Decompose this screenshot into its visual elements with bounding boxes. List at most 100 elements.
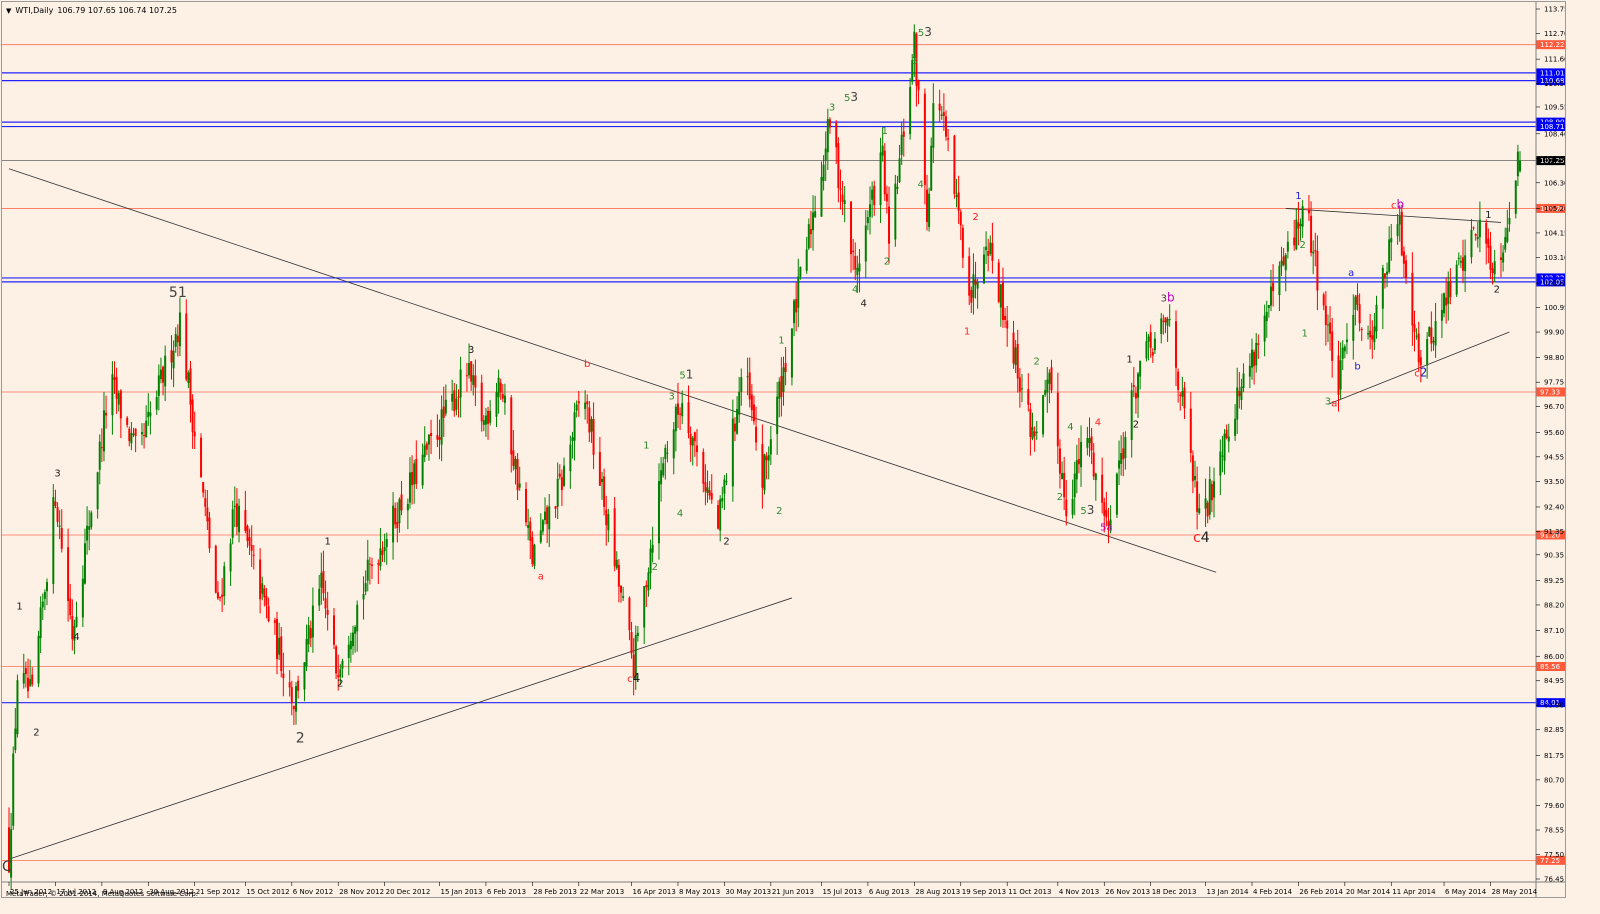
candle-body [311,605,314,638]
candle-body [238,505,241,533]
candle-body [132,433,135,435]
candle-body [457,396,460,398]
candle-body [932,103,935,148]
time-tick-label: 22 Mar 2013 [580,888,624,896]
candle-body [1080,441,1083,468]
candle-body [666,452,669,454]
candle-body [1426,338,1429,366]
wave-label: 53 [1080,503,1094,517]
candle-body [704,482,707,492]
candle-body [799,266,802,277]
candle-body [200,437,203,477]
candle-body [326,609,329,615]
collapse-triangle-icon[interactable]: ▼ [6,7,11,15]
wave-label: 1 [1029,429,1035,440]
time-tick-label: 28 Aug 2013 [915,888,960,896]
candle-body [470,361,473,382]
candle-body [366,559,369,581]
candle-body [900,134,903,155]
candle-body [351,632,354,647]
candle-body [725,481,728,483]
candle-body [1316,251,1319,291]
candle-body [837,143,840,189]
candle-body [767,455,770,461]
candle-body [1284,254,1287,271]
price-tick-label: 81.75 [1544,752,1564,760]
candle-body [793,300,796,324]
candle-body [795,299,798,313]
price-tick-label: 95.60 [1544,429,1564,437]
candle-body [529,521,532,541]
candle-body [1130,390,1133,441]
candle-body [765,456,768,461]
candle-body [1206,502,1209,517]
candle-body [607,514,610,531]
candle-body [869,204,872,217]
candle-body [1280,260,1283,267]
candle-body [563,465,566,487]
candle-body [1044,390,1047,395]
candle-body [335,646,338,674]
candle-body [710,493,713,500]
candle-body [219,597,222,599]
wave-label: 2 [884,256,890,267]
wave-label: 53 [918,25,932,39]
candle-body [69,598,72,616]
time-tick-label: 6 May 2014 [1445,888,1487,896]
candle-body [231,509,234,538]
candle-body [746,376,749,378]
wave-label: 1 [882,126,888,137]
time-tick-label: 26 Nov 2013 [1105,888,1150,896]
candle-body [1314,250,1317,252]
candle-body [290,687,293,704]
chart-area[interactable]: 112.22111.01110.68108.90108.71107.25105.… [1,1,1566,898]
candle-body [1204,498,1207,509]
price-chart-svg[interactable]: 112.22111.01110.68108.90108.71107.25105.… [2,2,1566,898]
candle-body [925,189,928,223]
candle-body [250,545,253,551]
candle-body [797,276,800,308]
candle-body [1056,392,1059,447]
candle-body [1457,257,1460,260]
candle-body [1115,473,1118,515]
candle-body [554,506,557,509]
candle-body [776,396,779,435]
candle-body [1485,222,1488,244]
candle-body [202,482,205,493]
candle-body [852,250,855,252]
price-tick-label: 92.40 [1544,503,1564,511]
candle-body [482,420,485,425]
candle-body [1194,476,1197,480]
candle-body [1371,335,1374,340]
time-tick-label: 21 Jun 2013 [772,888,814,896]
candle-body [613,508,616,567]
candle-body [930,145,933,191]
candle-body [140,431,143,435]
candle-body [1006,320,1009,329]
candle-body [1145,341,1148,359]
candle-body [571,437,574,442]
candle-body [560,477,563,491]
candle-body [368,563,371,565]
candle-body [584,402,587,409]
candle-body [1312,251,1315,254]
candle-body [31,674,34,685]
candle-body [1293,237,1296,246]
price-tick-label: 86.00 [1544,653,1564,661]
price-tick-label: 96.70 [1544,403,1564,411]
candle-body [628,597,631,631]
candle-body [1286,241,1289,252]
candle-body [223,566,226,596]
candle-body [364,583,367,592]
wave-label: 1 [16,602,22,613]
candle-body [309,628,312,639]
candle-body [938,103,941,111]
price-tick-label: 84.95 [1544,677,1564,685]
candle-body [858,263,861,272]
candle-body [1360,328,1363,331]
candle-body [1472,227,1475,229]
candle-body [235,503,238,527]
candle-body [1238,390,1241,397]
candle-body [955,194,958,197]
candle-body [295,686,298,712]
